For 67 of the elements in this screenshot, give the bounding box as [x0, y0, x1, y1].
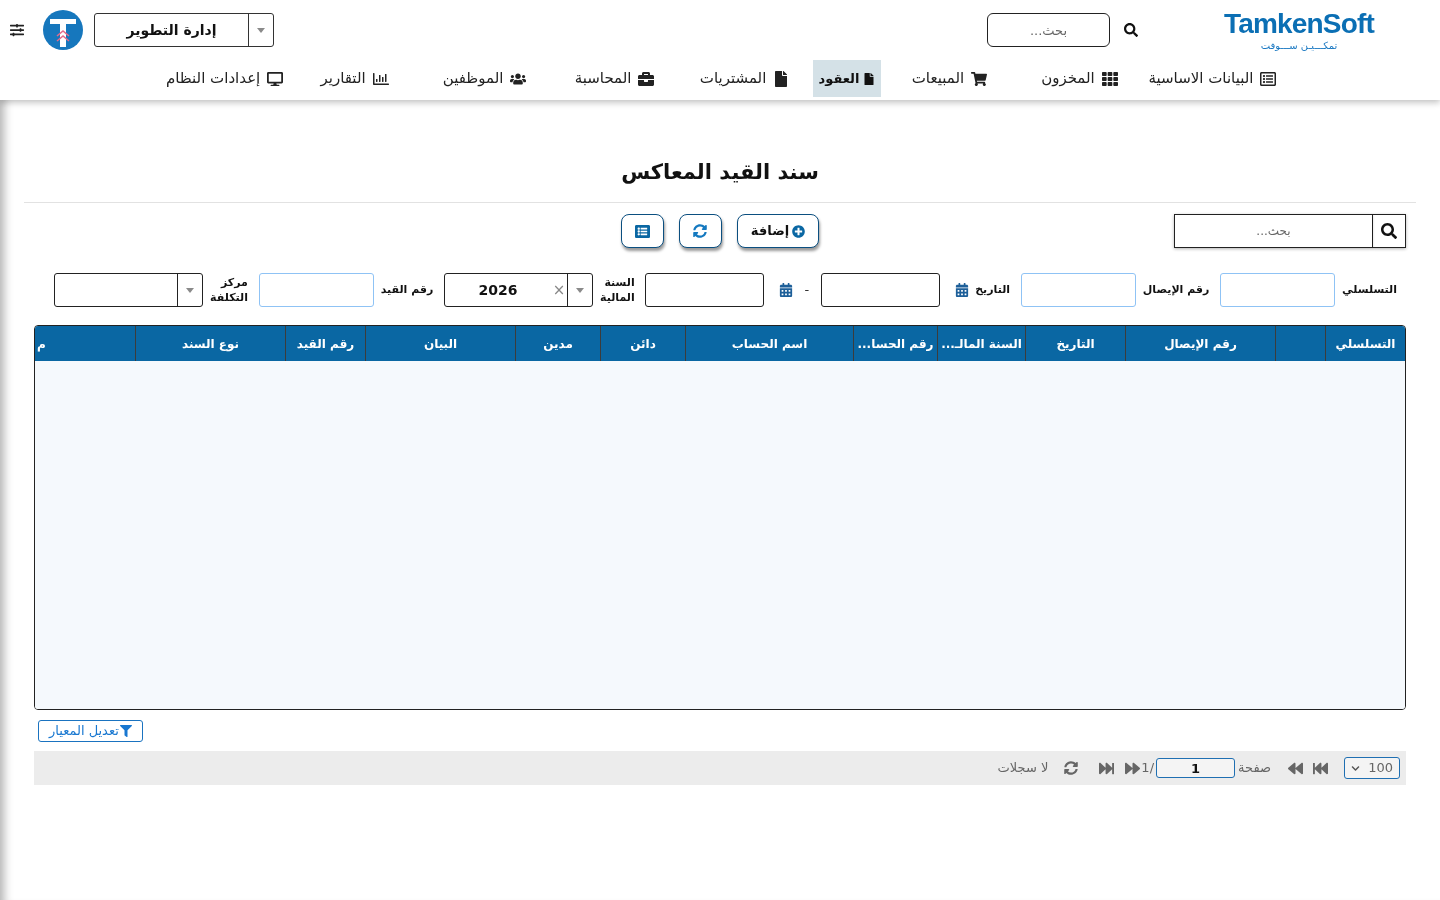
dropdown-field[interactable]: × 2026 [444, 273, 593, 307]
filter-label: السنة المالية [600, 275, 635, 305]
file-icon [773, 70, 790, 87]
input-field[interactable] [1220, 273, 1336, 307]
date-field[interactable] [645, 273, 765, 307]
nav-item[interactable]: المحاسبة [549, 60, 680, 97]
search-icon[interactable] [1124, 23, 1138, 37]
column-header: م [36, 335, 47, 354]
filter-label: رقم الإيصال [1142, 281, 1210, 298]
chevron-down-icon [1351, 763, 1360, 773]
filter-label: التاريخ [975, 281, 1011, 298]
caret-icon [576, 287, 584, 293]
input-field[interactable] [258, 273, 374, 307]
list-icon [634, 223, 650, 239]
next-page-icon[interactable] [1125, 760, 1141, 776]
nav-item[interactable]: إعدادات النظام [159, 60, 290, 97]
add-button[interactable]: إضافة [736, 214, 820, 248]
range-separator: - [804, 281, 810, 300]
search-button[interactable] [1372, 214, 1406, 248]
input-field[interactable] [1020, 273, 1136, 307]
nav-item[interactable]: التقارير [289, 60, 420, 97]
date-field[interactable] [821, 273, 941, 307]
filter-label: التسلسلي [1342, 281, 1397, 298]
page-input[interactable]: 1 [1156, 758, 1235, 778]
nav-item[interactable]: العقود [812, 60, 882, 97]
filter-label: رقم القيد [380, 281, 434, 298]
nav-item[interactable]: المبيعات [884, 60, 1015, 97]
grid-icon [1101, 70, 1118, 87]
cart-icon [971, 70, 988, 87]
search-field[interactable]: بحث... [1174, 214, 1372, 248]
calendar-icon[interactable] [955, 283, 970, 297]
first-page-icon[interactable] [1313, 760, 1328, 776]
record-status: لا سجلات [997, 759, 1049, 778]
nav-item[interactable]: البيانات الاساسية [1144, 60, 1281, 97]
nav-item[interactable]: المشتريات [679, 60, 810, 97]
briefcase-icon [638, 70, 655, 87]
page-label: صفحة [1238, 759, 1271, 778]
last-page-icon[interactable] [1099, 760, 1115, 776]
settings-icon[interactable] [10, 23, 24, 37]
logo-icon [43, 10, 83, 50]
monitor-icon [267, 70, 284, 87]
nav-item[interactable]: الموظفين [419, 60, 550, 97]
refresh-icon[interactable] [1064, 761, 1079, 775]
brand-tagline: تمكـــيـن ســـوفت [1260, 38, 1338, 52]
page-title: سند القيد المعاكس [621, 159, 819, 186]
previous-page-icon[interactable] [1288, 760, 1303, 776]
criteria-button[interactable]: تعديل المعيار [38, 720, 143, 742]
brand-name: TamkenSoft [1223, 8, 1375, 39]
department-select[interactable]: إدارة التطوير [94, 13, 274, 47]
calendar-icon[interactable] [779, 283, 794, 297]
filter-label: مركز التكلفة [210, 275, 248, 305]
search-field[interactable]: بحث... [987, 13, 1110, 47]
file-icon [863, 72, 876, 85]
page-size-select[interactable]: 100 [1344, 757, 1400, 779]
list-view-button[interactable] [620, 214, 664, 248]
list-icon [1260, 70, 1277, 87]
caret-icon [257, 27, 265, 33]
refresh-icon [693, 224, 708, 238]
dropdown-field[interactable] [54, 273, 204, 307]
page-count: 1/ [1141, 759, 1154, 778]
refresh-button[interactable] [678, 214, 722, 248]
bar-chart-icon [372, 70, 389, 87]
filter-icon [119, 725, 132, 737]
search-icon [1381, 223, 1397, 239]
nav-item[interactable]: المخزون [1014, 60, 1145, 97]
clear-button[interactable]: × [551, 274, 567, 306]
caret-icon [186, 287, 195, 293]
